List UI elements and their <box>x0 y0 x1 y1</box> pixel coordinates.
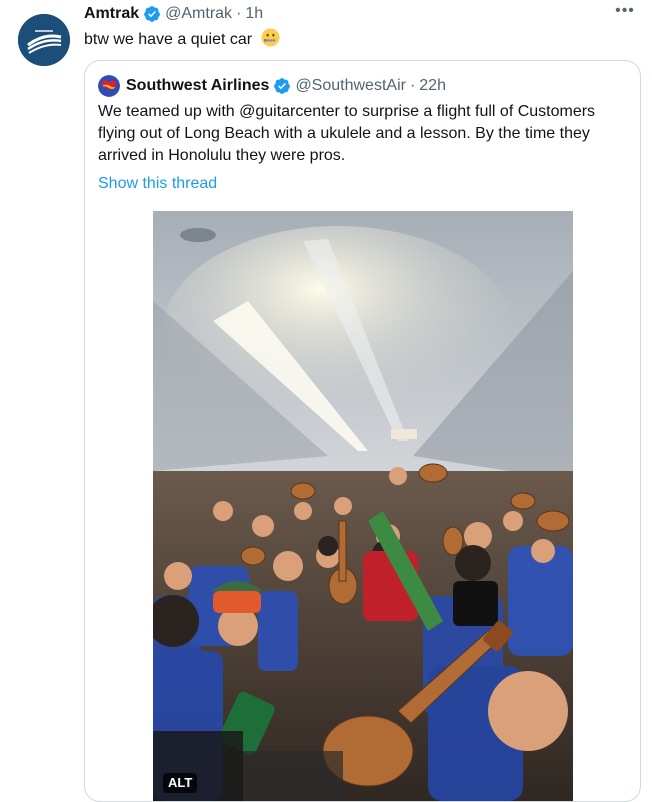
show-thread-link[interactable]: Show this thread <box>98 173 217 195</box>
quoted-tweet-text: We teamed up with @guitarcenter to surpr… <box>98 101 628 167</box>
southwest-heart-logo-icon[interactable] <box>98 75 120 97</box>
timestamp[interactable]: 1h <box>245 5 263 23</box>
verified-badge-icon <box>274 78 291 94</box>
alt-text-badge[interactable]: ALT <box>163 773 198 793</box>
quoted-author-handle[interactable]: @SouthwestAir <box>295 77 406 95</box>
airplane-cabin-photo <box>153 211 573 801</box>
quoted-author-name[interactable]: Southwest Airlines <box>126 77 269 95</box>
verified-badge-icon <box>144 6 161 22</box>
tweet-text: btw we have a quiet car <box>84 28 280 51</box>
quoted-tweet-card[interactable]: Southwest Airlines @SouthwestAir · 22h W… <box>84 60 641 802</box>
separator: · <box>409 77 416 94</box>
quoted-timestamp[interactable]: 22h <box>419 77 446 95</box>
author-handle[interactable]: @Amtrak <box>165 5 232 23</box>
tweet-text-content: btw we have a quiet car <box>84 31 253 48</box>
amtrak-logo-icon <box>18 14 70 66</box>
quoted-text-line: arrived in Honolulu they were pros. <box>98 147 346 164</box>
quoted-tweet-photo[interactable]: ALT <box>153 211 573 801</box>
author-name[interactable]: Amtrak <box>84 5 139 23</box>
amtrak-avatar[interactable] <box>18 14 70 66</box>
more-icon: ••• <box>615 2 635 19</box>
quoted-text-line: flying out of Long Beach with a ukulele … <box>98 125 590 142</box>
zipper-mouth-face-icon <box>261 28 280 47</box>
quoted-tweet-header: Southwest Airlines @SouthwestAir · 22h <box>98 75 446 97</box>
more-button[interactable]: ••• <box>614 2 636 22</box>
tweet-header: Amtrak @Amtrak · 1h <box>84 3 263 25</box>
quoted-text-line: We teamed up with @guitarcenter to surpr… <box>98 103 596 120</box>
separator: · <box>236 5 242 22</box>
